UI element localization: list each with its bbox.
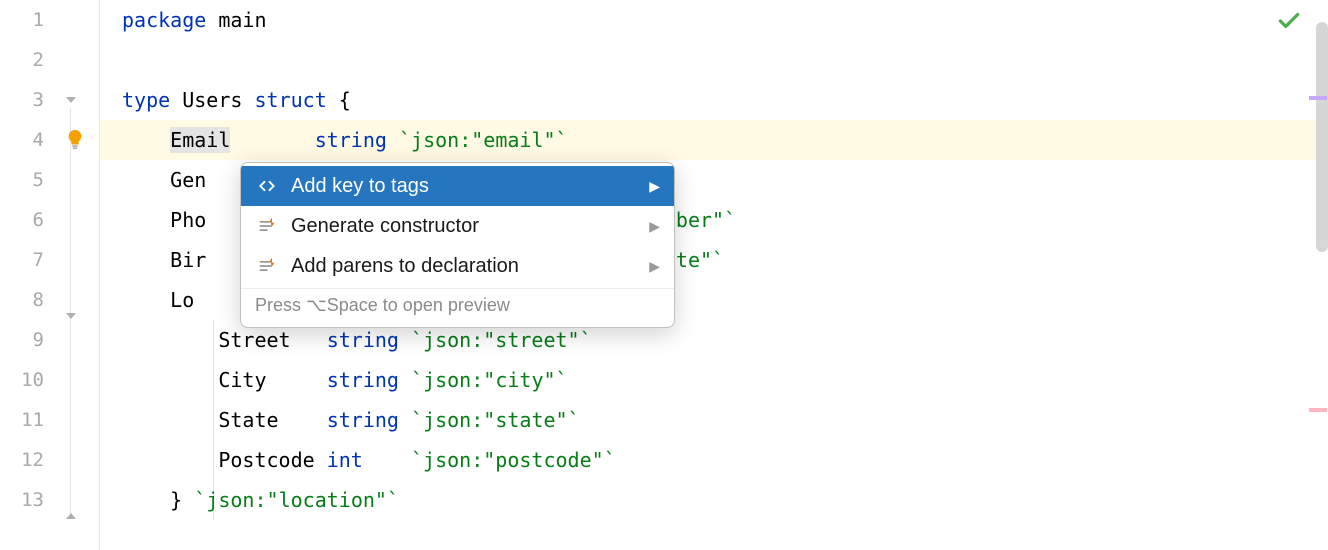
generate-icon: [255, 214, 279, 238]
menu-item-label: Generate constructor: [291, 215, 639, 238]
fold-close-icon[interactable]: [63, 508, 79, 524]
line-number: 11: [0, 400, 44, 440]
line-number: 5: [0, 160, 44, 200]
line-number: 10: [0, 360, 44, 400]
line-number: 6: [0, 200, 44, 240]
selected-identifier: Email: [170, 127, 230, 153]
code-line[interactable]: } `json:"location"`: [100, 480, 1328, 520]
line-number: 2: [0, 40, 44, 80]
code-line-current[interactable]: Email string `json:"email"`: [100, 120, 1328, 160]
code-line[interactable]: package main: [100, 0, 1328, 40]
line-number: 3: [0, 80, 44, 120]
analysis-ok-icon[interactable]: [1276, 8, 1302, 34]
gutter-marker[interactable]: [1309, 96, 1327, 100]
line-number: 4: [0, 120, 44, 160]
intention-bulb-icon[interactable]: [64, 128, 86, 150]
menu-hint-text: Press ⌥Space to open preview: [241, 288, 674, 324]
code-line[interactable]: [100, 40, 1328, 80]
menu-item-label: Add parens to declaration: [291, 255, 639, 278]
code-line[interactable]: Postcode int `json:"postcode"`: [100, 440, 1328, 480]
menu-item-label: Add key to tags: [291, 175, 639, 198]
line-number: 9: [0, 320, 44, 360]
submenu-arrow-icon: ▶: [649, 218, 660, 235]
submenu-arrow-icon: ▶: [649, 258, 660, 275]
line-number: 7: [0, 240, 44, 280]
submenu-arrow-icon: ▶: [649, 178, 660, 195]
line-number: 12: [0, 440, 44, 480]
code-line[interactable]: type Users struct {: [100, 80, 1328, 120]
generate-icon: [255, 254, 279, 278]
menu-item-generate-constructor[interactable]: Generate constructor ▶: [241, 206, 674, 246]
code-line[interactable]: State string `json:"state"`: [100, 400, 1328, 440]
intention-actions-menu: Add key to tags ▶ Generate constructor ▶…: [240, 162, 675, 328]
line-number-gutter: 1 2 3 4 5 6 7 8 9 10 11 12 13: [0, 0, 58, 550]
fold-open-icon[interactable]: [63, 92, 79, 108]
fold-open-icon[interactable]: [63, 308, 79, 324]
code-line[interactable]: City string `json:"city"`: [100, 360, 1328, 400]
gutter-marker[interactable]: [1309, 408, 1327, 412]
line-number: 1: [0, 0, 44, 40]
menu-item-add-key-to-tags[interactable]: Add key to tags ▶: [241, 166, 674, 206]
vertical-scrollbar[interactable]: [1316, 22, 1328, 252]
fold-column: [58, 0, 100, 550]
code-tag-icon: [255, 174, 279, 198]
line-number: 13: [0, 480, 44, 520]
menu-item-add-parens[interactable]: Add parens to declaration ▶: [241, 246, 674, 286]
line-number: 8: [0, 280, 44, 320]
